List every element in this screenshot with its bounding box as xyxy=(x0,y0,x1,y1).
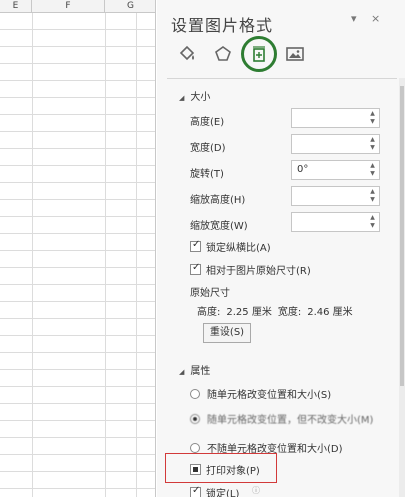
close-icon[interactable]: × xyxy=(371,12,380,25)
grid-line xyxy=(0,199,155,200)
width-input[interactable]: ▲ ▼ xyxy=(291,134,380,154)
pentagon-icon[interactable] xyxy=(209,40,237,68)
grid-line xyxy=(0,301,155,302)
grid-line xyxy=(0,233,155,234)
move-not-size-label: 随单元格改变位置，但不改变大小(M) xyxy=(207,415,374,426)
grid-line xyxy=(0,471,155,472)
grid-line xyxy=(0,131,155,132)
format-picture-pane: 设置图片格式 ▾ × ◢ 大小 高度(E) ▲ ▼ 宽度(D) ▲ ▼ 旋转(T) 0… xyxy=(157,0,405,497)
properties-section-header[interactable]: ◢ 属性 xyxy=(179,362,210,377)
grid-line xyxy=(0,29,155,30)
reset-button[interactable]: 重设(S) xyxy=(203,323,251,343)
rotation-label: 旋转(T) xyxy=(190,169,224,180)
checkbox-box[interactable] xyxy=(190,485,201,497)
column-header-g[interactable]: G xyxy=(105,0,155,13)
spinner-arrows-icon[interactable]: ▲ ▼ xyxy=(369,188,376,204)
pane-options-chevron-icon[interactable]: ▾ xyxy=(351,12,357,25)
column-header-e[interactable]: E xyxy=(0,0,32,13)
grid-line xyxy=(0,46,155,47)
highlight-box xyxy=(165,453,277,483)
grid-line xyxy=(32,13,33,497)
grid-line xyxy=(0,454,155,455)
collapse-triangle-icon: ◢ xyxy=(179,368,185,376)
scale-height-input[interactable]: ▲ ▼ xyxy=(291,186,380,206)
grid-line xyxy=(0,352,155,353)
relative-original-size-checkbox[interactable]: 相对于图片原始尺寸(R) xyxy=(190,262,311,277)
format-tabs xyxy=(173,36,373,72)
info-icon[interactable]: ⓘ xyxy=(252,485,260,496)
original-height-value: 2.25 厘米 xyxy=(226,307,272,318)
grid-line xyxy=(0,63,155,64)
locked-label: 锁定(L) xyxy=(206,489,240,497)
locked-checkbox[interactable]: 锁定(L) xyxy=(190,485,239,497)
width-label: 宽度(D) xyxy=(190,143,226,154)
pane-scrollbar[interactable] xyxy=(399,78,405,497)
original-width-label: 宽度: xyxy=(277,307,302,318)
grid-line xyxy=(0,114,155,115)
lock-aspect-ratio-checkbox[interactable]: 锁定纵横比(A) xyxy=(190,239,271,254)
radio-circle[interactable] xyxy=(190,388,200,399)
scale-width-input[interactable]: ▲ ▼ xyxy=(291,212,380,232)
relative-original-size-label: 相对于图片原始尺寸(R) xyxy=(206,266,311,277)
grid-line xyxy=(0,97,155,98)
height-label: 高度(E) xyxy=(190,117,225,128)
grid-line xyxy=(0,250,155,251)
spinner-arrows-icon[interactable]: ▲ ▼ xyxy=(369,214,376,230)
size-properties-icon[interactable] xyxy=(241,36,277,72)
height-input[interactable]: ▲ ▼ xyxy=(291,108,380,128)
pane-title: 设置图片格式 xyxy=(171,16,274,35)
tabs-divider xyxy=(167,78,397,79)
column-header-bar: E F G xyxy=(0,0,155,13)
grid-line xyxy=(0,386,155,387)
spreadsheet-grid[interactable]: E F G xyxy=(0,0,156,497)
spinner-arrows-icon[interactable]: ▲ ▼ xyxy=(369,136,376,152)
grid-line xyxy=(0,403,155,404)
grid-line xyxy=(0,488,155,489)
checkbox-box[interactable] xyxy=(190,262,201,275)
spinner-arrows-icon[interactable]: ▲ ▼ xyxy=(369,110,376,126)
properties-section-title: 属性 xyxy=(190,366,211,377)
grid-line xyxy=(0,267,155,268)
fill-bucket-icon[interactable] xyxy=(173,40,201,68)
original-height-label: 高度: xyxy=(197,307,221,318)
move-not-size-radio[interactable]: 随单元格改变位置，但不改变大小(M) xyxy=(190,411,373,426)
grid-line xyxy=(0,165,155,166)
radio-circle[interactable] xyxy=(190,413,200,424)
grid-line xyxy=(0,420,155,421)
column-header-f[interactable]: F xyxy=(32,0,105,13)
grid-line xyxy=(0,80,155,81)
original-size-values: 高度: 2.25 厘米 宽度: 2.46 厘米 xyxy=(197,303,359,318)
scrollbar-thumb[interactable] xyxy=(400,86,404,386)
grid-line xyxy=(0,335,155,336)
original-width-value: 2.46 厘米 xyxy=(307,307,353,318)
move-and-size-label: 随单元格改变位置和大小(S) xyxy=(207,390,332,401)
grid-line xyxy=(0,182,155,183)
grid-line xyxy=(0,216,155,217)
grid-line xyxy=(105,13,106,497)
checkbox-box[interactable] xyxy=(190,239,201,252)
grid-line xyxy=(0,369,155,370)
collapse-triangle-icon: ◢ xyxy=(179,94,185,102)
grid-line xyxy=(136,13,137,497)
size-section-title: 大小 xyxy=(190,92,211,103)
original-size-label: 原始尺寸 xyxy=(190,288,230,299)
radio-circle[interactable] xyxy=(190,442,200,453)
size-section-header[interactable]: ◢ 大小 xyxy=(179,88,210,103)
rotation-input[interactable]: 0° ▲ ▼ xyxy=(291,160,380,180)
scale-height-label: 缩放高度(H) xyxy=(190,195,246,206)
grid-line xyxy=(0,318,155,319)
spinner-arrows-icon[interactable]: ▲ ▼ xyxy=(369,162,376,178)
rotation-value: 0° xyxy=(297,164,309,175)
picture-icon[interactable] xyxy=(281,40,309,68)
move-and-size-radio[interactable]: 随单元格改变位置和大小(S) xyxy=(190,386,331,401)
grid-line xyxy=(0,284,155,285)
grid-line xyxy=(0,437,155,438)
lock-aspect-ratio-label: 锁定纵横比(A) xyxy=(206,243,271,254)
grid-line xyxy=(0,148,155,149)
scale-width-label: 缩放宽度(W) xyxy=(190,221,248,232)
